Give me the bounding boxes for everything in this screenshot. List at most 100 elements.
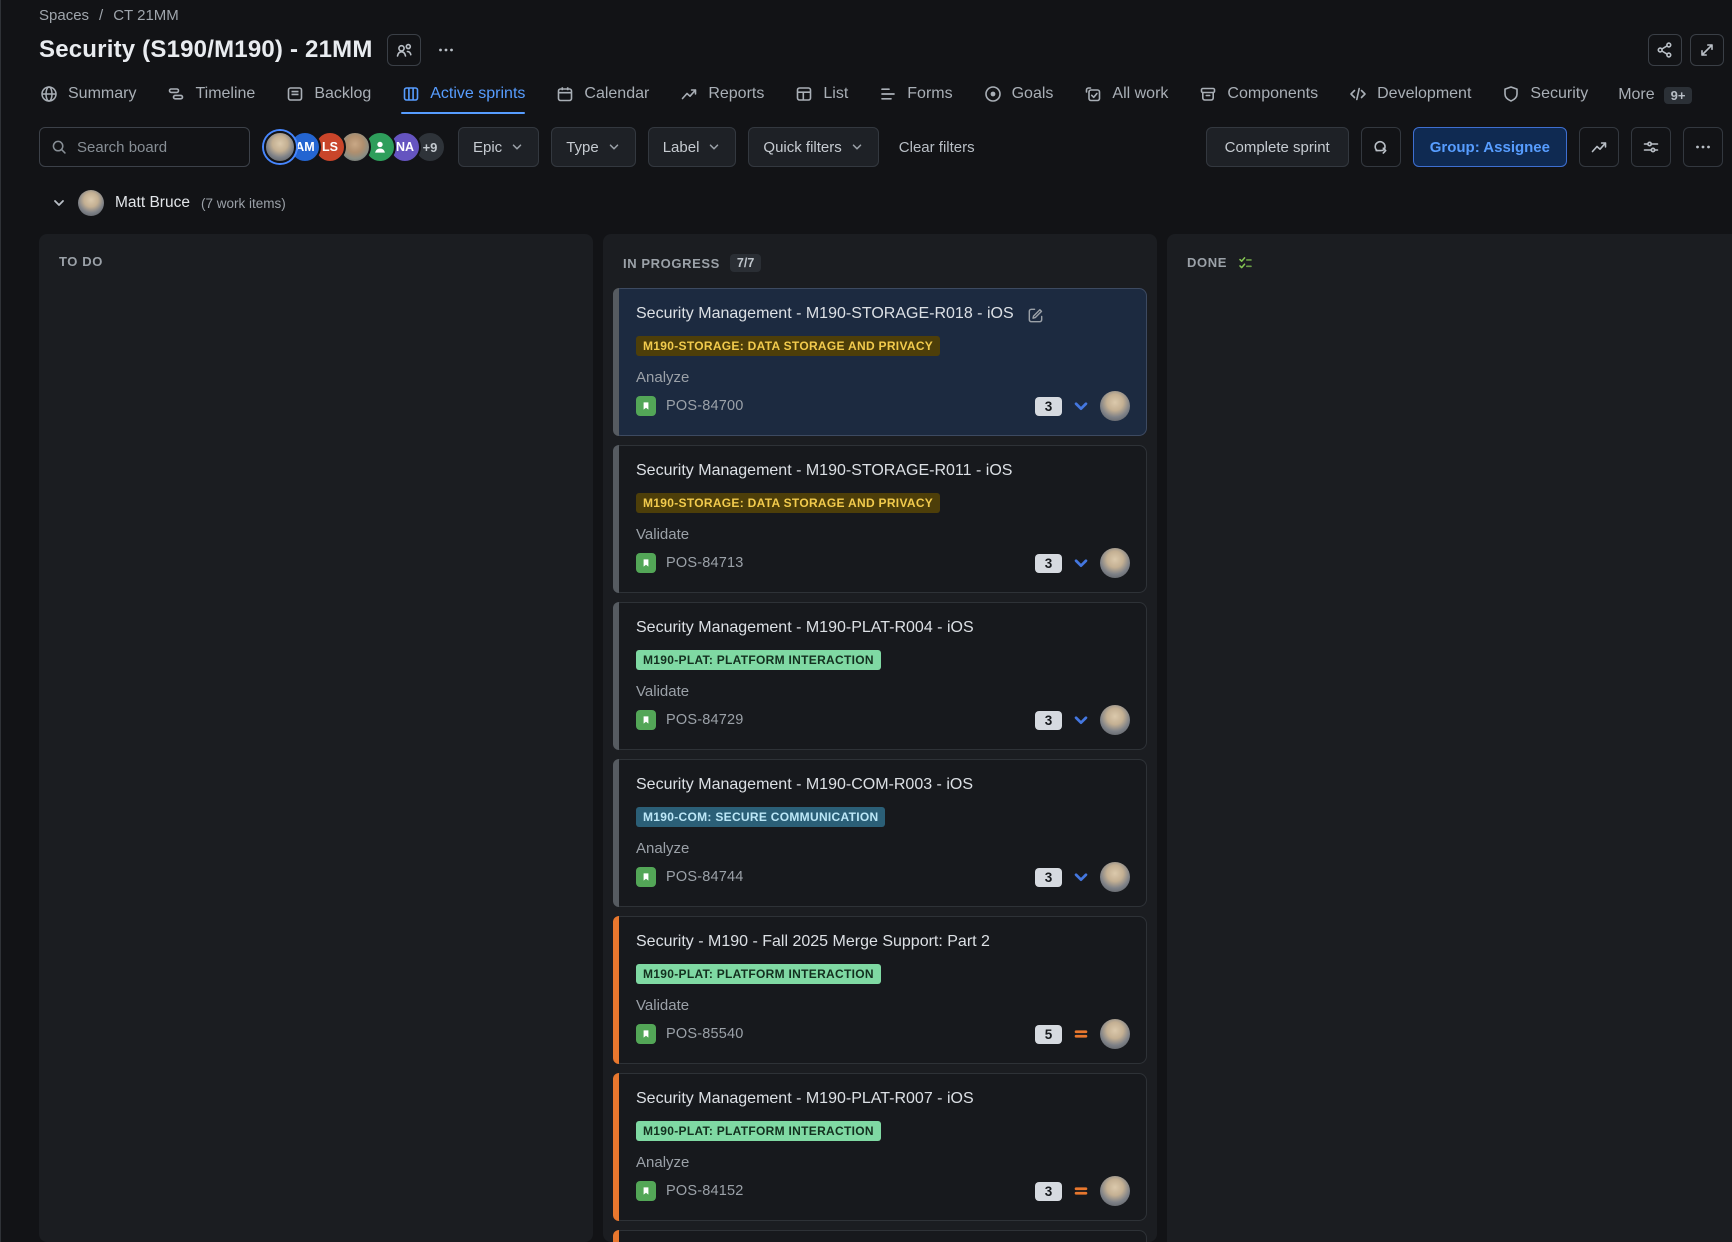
- card-cover-stripe: [613, 1230, 619, 1242]
- card-title: Security Management - M190-PLAT-R004 - i…: [636, 618, 974, 639]
- goal-target-icon: [983, 84, 1003, 104]
- tab-goals[interactable]: Goals: [983, 84, 1054, 114]
- sliders-icon: [1641, 137, 1661, 157]
- chevron-down-icon: [607, 140, 621, 154]
- card-status: Validate: [636, 683, 1130, 700]
- sprint-board: TO DO IN PROGRESS 7/7 Security Managemen…: [1, 224, 1732, 1242]
- board-card[interactable]: Security Management - M190-STORAGE-R011 …: [613, 445, 1147, 593]
- card-key: POS-84152: [666, 1183, 744, 1199]
- column-title: DONE: [1187, 255, 1227, 270]
- card-title: Security Management - M190-STORAGE-R011 …: [636, 461, 1012, 482]
- column-in-progress: IN PROGRESS 7/7 Security Management - M1…: [603, 234, 1157, 1242]
- tab-summary[interactable]: Summary: [39, 84, 136, 114]
- board-card-partial[interactable]: [613, 1230, 1147, 1242]
- card-cover-stripe: [613, 1073, 619, 1221]
- assignee-avatar: [1100, 548, 1130, 578]
- epic-filter-dropdown[interactable]: Epic: [458, 127, 539, 167]
- board-card[interactable]: Security Management - M190-COM-R003 - iO…: [613, 759, 1147, 907]
- column-count-badge: 7/7: [730, 254, 761, 272]
- column-done: DONE: [1167, 234, 1732, 1242]
- estimate-badge: 3: [1035, 1182, 1062, 1201]
- fullscreen-button[interactable]: [1690, 34, 1724, 66]
- board-card[interactable]: Security Management - M190-STORAGE-R018 …: [613, 288, 1147, 436]
- edit-pencil-icon: [1026, 306, 1045, 325]
- chevron-down-icon: [510, 140, 524, 154]
- clear-filters-button[interactable]: Clear filters: [891, 127, 983, 167]
- expand-icon: [1697, 40, 1717, 60]
- card-status: Analyze: [636, 1154, 1130, 1171]
- label-filter-dropdown[interactable]: Label: [648, 127, 737, 167]
- avatar-filter-selected[interactable]: [264, 131, 296, 163]
- tab-backlog[interactable]: Backlog: [285, 84, 371, 114]
- assignee-avatar: [1100, 1176, 1130, 1206]
- group-by-button[interactable]: Group: Assignee: [1413, 127, 1567, 167]
- edit-summary-button[interactable]: [1026, 306, 1045, 325]
- share-icon: [1655, 40, 1675, 60]
- view-settings-button[interactable]: [1631, 127, 1671, 167]
- story-icon: [636, 396, 656, 416]
- priority-icon: [1071, 710, 1091, 730]
- backlog-icon: [285, 84, 305, 104]
- story-icon: [636, 867, 656, 887]
- tab-timeline[interactable]: Timeline: [166, 84, 255, 114]
- page-title: Security (S190/M190) - 21MM: [39, 36, 373, 64]
- estimate-badge: 3: [1035, 711, 1062, 730]
- tab-all-work[interactable]: All work: [1083, 84, 1168, 114]
- check-square-icon: [1083, 84, 1103, 104]
- card-label-badge: M190-PLAT: PLATFORM INTERACTION: [636, 1121, 881, 1141]
- card-key: POS-84744: [666, 869, 744, 885]
- board-card[interactable]: Security Management - M190-PLAT-R007 - i…: [613, 1073, 1147, 1221]
- tab-components[interactable]: Components: [1198, 84, 1318, 114]
- card-title: Security Management - M190-STORAGE-R018 …: [636, 304, 1014, 325]
- title-more-button[interactable]: [429, 34, 463, 66]
- card-status: Validate: [636, 526, 1130, 543]
- tab-reports[interactable]: Reports: [679, 84, 764, 114]
- tab-more[interactable]: More 9+: [1618, 86, 1692, 114]
- type-filter-dropdown[interactable]: Type: [551, 127, 636, 167]
- automation-rules-button[interactable]: [1361, 127, 1401, 167]
- card-label-badge: M190-COM: SECURE COMMUNICATION: [636, 807, 885, 827]
- tab-development[interactable]: Development: [1348, 84, 1471, 114]
- complete-sprint-button[interactable]: Complete sprint: [1206, 127, 1349, 167]
- tab-security[interactable]: Security: [1501, 84, 1588, 114]
- tab-list[interactable]: List: [794, 84, 848, 114]
- tab-calendar[interactable]: Calendar: [555, 84, 649, 114]
- board-toolbar: AM LS NA +9 Epic Type Label Quick filter…: [1, 114, 1732, 168]
- group-assignee-avatar: [78, 190, 104, 216]
- board-card[interactable]: Security Management - M190-PLAT-R004 - i…: [613, 602, 1147, 750]
- story-icon: [636, 710, 656, 730]
- assignee-avatar: [1100, 705, 1130, 735]
- card-title: Security Management - M190-COM-R003 - iO…: [636, 775, 973, 796]
- forms-icon: [878, 84, 898, 104]
- assignee-avatar-filter: AM LS NA +9: [264, 131, 446, 163]
- board-more-button[interactable]: [1683, 127, 1723, 167]
- quick-filters-dropdown[interactable]: Quick filters: [748, 127, 878, 167]
- insights-button[interactable]: [1579, 127, 1619, 167]
- card-cover-stripe: [613, 759, 619, 907]
- tab-forms[interactable]: Forms: [878, 84, 952, 114]
- estimate-badge: 3: [1035, 554, 1062, 573]
- calendar-icon: [555, 84, 575, 104]
- assignee-avatar: [1100, 1019, 1130, 1049]
- story-icon: [636, 1181, 656, 1201]
- priority-icon: [1071, 553, 1091, 573]
- group-assignee-name: Matt Bruce: [115, 194, 190, 212]
- more-tabs-count-badge: 9+: [1664, 87, 1693, 104]
- people-icon: [394, 40, 414, 60]
- card-status: Analyze: [636, 369, 1130, 386]
- chevron-down-icon: [850, 140, 864, 154]
- share-button[interactable]: [1648, 34, 1682, 66]
- group-collapse-chevron-icon[interactable]: [51, 195, 67, 211]
- breadcrumb: Spaces / CT 21MM: [39, 6, 1724, 24]
- tab-active-sprints[interactable]: Active sprints: [401, 84, 525, 114]
- team-members-button[interactable]: [387, 34, 421, 66]
- ellipsis-icon: [436, 40, 456, 60]
- search-input[interactable]: [77, 139, 239, 156]
- priority-icon: [1071, 1181, 1091, 1201]
- breadcrumb-project[interactable]: CT 21MM: [113, 7, 179, 24]
- card-cover-stripe: [613, 288, 619, 436]
- card-label-badge: M190-PLAT: PLATFORM INTERACTION: [636, 650, 881, 670]
- board-card[interactable]: Security - M190 - Fall 2025 Merge Suppor…: [613, 916, 1147, 1064]
- breadcrumb-spaces[interactable]: Spaces: [39, 7, 89, 24]
- card-title: Security - M190 - Fall 2025 Merge Suppor…: [636, 932, 990, 953]
